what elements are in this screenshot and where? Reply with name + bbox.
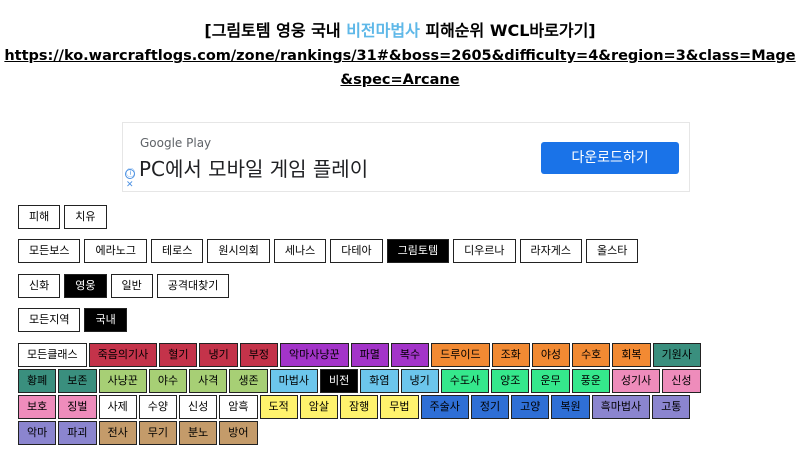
class-spec-button[interactable]: 회복 — [612, 343, 651, 367]
class-spec-button[interactable]: 드루이드 — [431, 343, 490, 367]
class-spec-row: 황폐 보존 사냥꾼 야수 사격 생존 마법사 비전 화염 냉기 수도사 양조 운무 풍운 성기사 신성 — [18, 369, 701, 393]
title-suffix: 피해순위 WCL바로가기] — [419, 21, 596, 40]
difficulty-tab-button[interactable]: 공격대찾기 — [156, 274, 230, 298]
metric-tab-button[interactable]: 치유 — [64, 205, 107, 229]
boss-tab-button[interactable]: 다테아 — [330, 239, 383, 263]
class-spec-row: 모든클래스 죽음의기사 혈기 냉기 부정 악마사냥꾼 파멸 복수 드루이드 조화 야성 수호 회복 기원사 — [18, 343, 701, 367]
class-spec-button[interactable]: 파괴 — [58, 421, 97, 445]
class-spec-button[interactable]: 복수 — [390, 343, 430, 367]
boss-tab-button[interactable]: 에라노그 — [84, 239, 147, 263]
class-spec-button[interactable]: 보호 — [18, 395, 57, 419]
class-spec-button[interactable]: 운무 — [531, 369, 570, 393]
metric-tab-button[interactable]: 피해 — [18, 205, 61, 229]
region-tab-button[interactable]: 국내 — [84, 308, 127, 332]
class-spec-button[interactable]: 고양 — [511, 395, 550, 419]
class-spec-button[interactable]: 냉기 — [199, 343, 238, 367]
class-spec-button[interactable]: 악마사냥꾼 — [279, 343, 349, 367]
class-spec-button[interactable]: 마법사 — [269, 369, 318, 393]
ad-download-button[interactable]: 다운로드하기 — [541, 142, 679, 174]
region-tab-button[interactable]: 모든지역 — [18, 308, 81, 332]
boss-tab-button[interactable]: 모든보스 — [18, 239, 81, 263]
class-spec-button[interactable]: 정기 — [470, 395, 510, 419]
boss-tab-button[interactable]: 테로스 — [150, 239, 204, 263]
class-spec-button[interactable]: 모든클래스 — [18, 343, 87, 367]
class-spec-button[interactable]: 수도사 — [440, 369, 490, 393]
class-spec-button[interactable]: 수양 — [138, 395, 177, 419]
boss-tab-button[interactable]: 세나스 — [273, 239, 327, 263]
boss-tab-button[interactable]: 그림토템 — [386, 239, 450, 263]
class-spec-button[interactable]: 도적 — [259, 395, 298, 419]
class-spec-button[interactable]: 조화 — [491, 343, 530, 367]
title-prefix: [그림토템 영웅 국내 — [204, 21, 347, 40]
class-spec-button[interactable]: 야수 — [148, 369, 188, 393]
class-spec-button[interactable]: 암흑 — [219, 395, 258, 419]
class-spec-button[interactable]: 생존 — [229, 369, 268, 393]
difficulty-tabs: 신화 영웅 일반 공격대찾기 — [18, 274, 230, 298]
class-spec-button[interactable]: 화염 — [360, 369, 399, 393]
class-spec-button[interactable]: 혈기 — [159, 343, 198, 367]
class-spec-button[interactable]: 황폐 — [18, 369, 57, 393]
class-spec-button[interactable]: 징벌 — [58, 395, 97, 419]
class-spec-button[interactable]: 죽음의기사 — [88, 343, 158, 367]
class-spec-row: 악마 파괴 전사 무기 분노 방어 — [18, 421, 258, 445]
boss-tab-button[interactable]: 디우르나 — [453, 239, 516, 263]
class-spec-button[interactable]: 흑마법사 — [591, 395, 651, 419]
class-spec-button[interactable]: 방어 — [219, 421, 258, 445]
page-title: [그림토템 영웅 국내 비전마법사 피해순위 WCL바로가기] — [0, 18, 800, 44]
class-spec-button[interactable]: 무법 — [380, 395, 419, 419]
wcl-url-line1[interactable]: https://ko.warcraftlogs.com/zone/ranking… — [0, 44, 800, 68]
class-spec-button[interactable]: 주술사 — [420, 395, 469, 419]
class-spec-button[interactable]: 신성 — [662, 369, 701, 393]
class-spec-button[interactable]: 잠행 — [340, 395, 379, 419]
boss-tab-button[interactable]: 원시의회 — [207, 239, 270, 263]
class-spec-button[interactable]: 부정 — [239, 343, 278, 367]
boss-tab-button[interactable]: 올스타 — [586, 239, 639, 263]
difficulty-tab-button[interactable]: 신화 — [18, 274, 61, 298]
class-spec-button[interactable]: 악마 — [18, 421, 57, 445]
class-spec-button[interactable]: 비전 — [320, 369, 359, 393]
wcl-url-line2[interactable]: &spec=Arcane — [0, 68, 800, 92]
class-spec-button[interactable]: 복원 — [551, 395, 590, 419]
boss-tab-button[interactable]: 라자게스 — [519, 239, 583, 263]
class-spec-button[interactable]: 신성 — [179, 395, 218, 419]
class-spec-button[interactable]: 사격 — [189, 369, 228, 393]
class-spec-button[interactable]: 보존 — [58, 369, 97, 393]
class-spec-button[interactable]: 무기 — [138, 421, 177, 445]
metric-tabs: 피해 치유 — [18, 205, 107, 229]
class-spec-button[interactable]: 풍운 — [571, 369, 610, 393]
class-spec-button[interactable]: 파멸 — [350, 343, 389, 367]
class-spec-button[interactable]: 냉기 — [400, 369, 439, 393]
class-spec-button[interactable]: 성기사 — [611, 369, 661, 393]
class-spec-button[interactable]: 분노 — [179, 421, 218, 445]
class-spec-button[interactable]: 야성 — [531, 343, 571, 367]
class-spec-button[interactable]: 고통 — [652, 395, 691, 419]
ad-headline[interactable]: PC에서 모바일 게임 플레이 — [139, 153, 368, 182]
ad-close-icon[interactable]: ✕ — [126, 180, 134, 190]
class-spec-button[interactable]: 암살 — [299, 395, 338, 419]
region-tabs: 모든지역 국내 — [18, 308, 127, 332]
class-spec-button[interactable]: 전사 — [98, 421, 137, 445]
class-spec-button[interactable]: 사냥꾼 — [98, 369, 147, 393]
class-spec-row: 보호 징벌 사제 수양 신성 암흑 도적 암살 잠행 무법 주술사 정기 고양 복원 흑마법사 고통 — [18, 395, 691, 419]
ad-banner[interactable]: Google Play PC에서 모바일 게임 플레이 다운로드하기 ⓘ ✕ — [122, 122, 690, 192]
title-spec-accent: 비전마법사 — [346, 21, 420, 40]
class-spec-button[interactable]: 사제 — [98, 395, 137, 419]
difficulty-tab-button[interactable]: 일반 — [110, 274, 153, 298]
class-spec-button[interactable]: 수호 — [572, 343, 611, 367]
ad-info-icon[interactable]: ⓘ — [125, 169, 135, 179]
boss-tabs: 모든보스 에라노그 테로스 원시의회 세나스 다테아 그림토템 디우르나 라자게스 올스타 — [18, 239, 639, 263]
ad-brand: Google Play — [140, 136, 212, 150]
class-spec-button[interactable]: 기원사 — [652, 343, 701, 367]
class-spec-button[interactable]: 양조 — [491, 369, 530, 393]
difficulty-tab-button[interactable]: 영웅 — [64, 274, 107, 298]
page-header: [그림토템 영웅 국내 비전마법사 피해순위 WCL바로가기] https://… — [0, 18, 800, 92]
